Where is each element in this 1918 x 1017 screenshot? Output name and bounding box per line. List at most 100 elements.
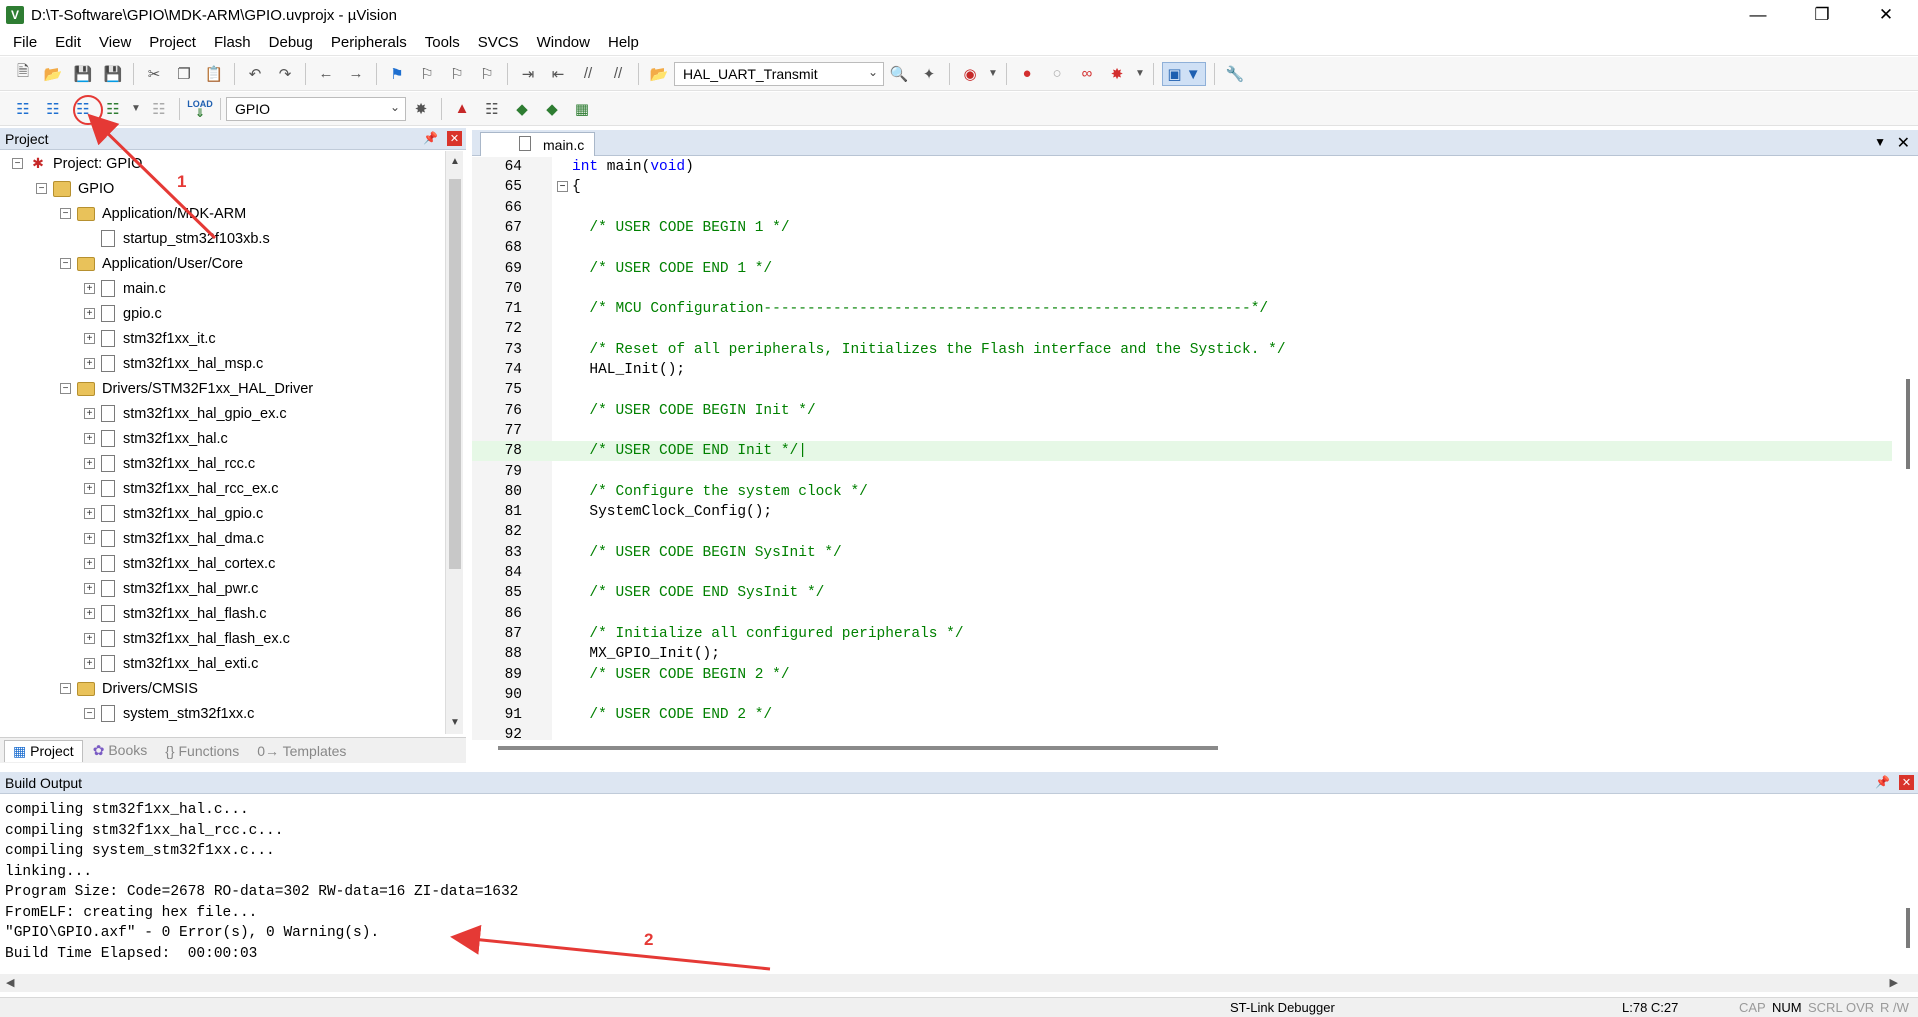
code-line[interactable]: 87 /* Initialize all configured peripher…: [472, 624, 1892, 644]
options-for-target-icon[interactable]: ✸: [409, 97, 433, 121]
expand-icon[interactable]: +: [84, 583, 95, 594]
tab-templates[interactable]: 0→ Templates: [249, 741, 354, 761]
scrollbar-thumb[interactable]: [449, 179, 461, 569]
scroll-up-icon[interactable]: ▲: [446, 153, 464, 171]
expand-icon[interactable]: +: [84, 533, 95, 544]
find-in-files-icon[interactable]: 📂: [647, 62, 671, 86]
disable-breakpoint-icon[interactable]: ○: [1045, 62, 1069, 86]
tree-item[interactable]: + gpio.c: [84, 301, 162, 326]
find-combo[interactable]: HAL_UART_Transmit ⌄: [674, 61, 884, 86]
kill-breakpoints-icon[interactable]: ✸: [1105, 62, 1129, 86]
collapse-icon[interactable]: −: [60, 258, 71, 269]
incremental-find-icon[interactable]: ✦: [917, 62, 941, 86]
download-icon[interactable]: LOAD ⇓: [187, 97, 213, 121]
collapse-icon[interactable]: −: [84, 708, 95, 719]
menu-help[interactable]: Help: [599, 34, 648, 51]
tree-item[interactable]: + stm32f1xx_hal_exti.c: [84, 651, 258, 676]
scroll-left-icon[interactable]: ◀: [6, 976, 14, 989]
code-line[interactable]: 81 SystemClock_Config();: [472, 502, 1892, 522]
expand-icon[interactable]: +: [84, 458, 95, 469]
close-tab-icon[interactable]: ✕: [1897, 133, 1910, 153]
comment-icon[interactable]: //: [576, 62, 600, 86]
code-line[interactable]: 73 /* Reset of all peripherals, Initiali…: [472, 340, 1892, 360]
scroll-right-icon[interactable]: ▶: [1890, 976, 1898, 989]
chevron-down-icon[interactable]: ⌄: [390, 100, 400, 114]
new-file-icon[interactable]: 🗎: [11, 62, 35, 86]
code-line[interactable]: 69 /* USER CODE END 1 */: [472, 259, 1892, 279]
code-line[interactable]: 91 /* USER CODE END 2 */: [472, 705, 1892, 725]
breakpoint-icon[interactable]: ●: [1015, 62, 1039, 86]
manage-rte-icon[interactable]: ◆: [540, 97, 564, 121]
code-editor[interactable]: 64 int main(void) 65 −{66 67 /* USER CODE BE…: [472, 157, 1918, 740]
code-line[interactable]: 77: [472, 421, 1892, 441]
code-line[interactable]: 75: [472, 380, 1892, 400]
editor-scrollbar[interactable]: [1898, 157, 1918, 740]
tree-item[interactable]: + stm32f1xx_hal_gpio.c: [84, 501, 263, 526]
batch-build-icon[interactable]: ☷: [101, 97, 125, 121]
tree-item[interactable]: − Drivers/STM32F1xx_HAL_Driver: [60, 376, 313, 401]
redo-icon[interactable]: ↷: [273, 62, 297, 86]
paste-icon[interactable]: 📋: [202, 62, 226, 86]
window-layout-icon[interactable]: ▣ ▼: [1162, 61, 1206, 86]
undo-icon[interactable]: ↶: [243, 62, 267, 86]
uncomment-icon[interactable]: //: [606, 62, 630, 86]
select-packs-icon[interactable]: ☷: [480, 97, 504, 121]
close-panel-icon[interactable]: ✕: [1899, 775, 1914, 790]
open-file-icon[interactable]: 📂: [41, 62, 65, 86]
menu-view[interactable]: View: [90, 34, 140, 51]
code-line[interactable]: 65 −{: [472, 177, 1892, 197]
code-line[interactable]: 80 /* Configure the system clock */: [472, 482, 1892, 502]
stop-build-icon[interactable]: ☷: [147, 97, 171, 121]
tree-item[interactable]: − Application/User/Core: [60, 251, 243, 276]
tab-project[interactable]: ▦ Project: [4, 739, 83, 762]
bookmark-icon[interactable]: ⚑: [385, 62, 409, 86]
expand-icon[interactable]: +: [84, 283, 95, 294]
code-line[interactable]: 72: [472, 319, 1892, 339]
code-line[interactable]: 70: [472, 279, 1892, 299]
restore-icon[interactable]: ❐: [1790, 0, 1854, 30]
code-line[interactable]: 82: [472, 522, 1892, 542]
pack-components-icon[interactable]: ▦: [570, 97, 594, 121]
tab-main-c[interactable]: main.c: [480, 132, 595, 156]
minimize-icon[interactable]: —: [1726, 0, 1790, 30]
batch-build-dropdown-icon[interactable]: ▼: [131, 97, 141, 121]
collapse-icon[interactable]: −: [12, 158, 23, 169]
breakpoint-dropdown-icon[interactable]: ▼: [1135, 62, 1145, 86]
scrollbar-thumb[interactable]: [1906, 379, 1910, 469]
tree-item[interactable]: − Drivers/CMSIS: [60, 676, 198, 701]
scrollbar-thumb[interactable]: [1906, 908, 1910, 948]
build-output-text[interactable]: compiling stm32f1xx_hal.c... compiling st…: [0, 796, 1918, 974]
unindent-icon[interactable]: ⇤: [546, 62, 570, 86]
code-line[interactable]: 76 /* USER CODE BEGIN Init */: [472, 401, 1892, 421]
tree-item[interactable]: − ✱ Project: GPIO: [12, 151, 142, 176]
menu-flash[interactable]: Flash: [205, 34, 260, 51]
expand-icon[interactable]: +: [84, 558, 95, 569]
fold-toggle-icon[interactable]: −: [557, 181, 568, 193]
code-line[interactable]: 90: [472, 685, 1892, 705]
debug-session-icon[interactable]: ◉: [958, 62, 982, 86]
find-icon[interactable]: 🔍: [887, 62, 911, 86]
navigate-forward-icon[interactable]: →: [344, 62, 368, 86]
code-line[interactable]: 89 /* USER CODE BEGIN 2 */: [472, 665, 1892, 685]
code-line[interactable]: 68: [472, 238, 1892, 258]
pin-icon[interactable]: 📌: [423, 131, 438, 145]
tree-item[interactable]: + stm32f1xx_hal_dma.c: [84, 526, 264, 551]
expand-icon[interactable]: +: [84, 483, 95, 494]
menu-debug[interactable]: Debug: [260, 34, 322, 51]
build-output-horizontal-scrollbar[interactable]: ◀ ▶: [0, 974, 1918, 992]
expand-icon[interactable]: +: [84, 408, 95, 419]
expand-icon[interactable]: +: [84, 308, 95, 319]
close-icon[interactable]: ✕: [1854, 0, 1918, 30]
expand-icon[interactable]: +: [84, 633, 95, 644]
menu-peripherals[interactable]: Peripherals: [322, 34, 416, 51]
tree-item[interactable]: − system_stm32f1xx.c: [84, 701, 254, 726]
tree-item[interactable]: + main.c: [84, 276, 166, 301]
clear-bookmarks-icon[interactable]: ⚐: [475, 62, 499, 86]
collapse-icon[interactable]: −: [60, 208, 71, 219]
expand-icon[interactable]: +: [84, 433, 95, 444]
expand-icon[interactable]: +: [84, 608, 95, 619]
code-line[interactable]: 79: [472, 462, 1892, 482]
build-output-scrollbar[interactable]: [1898, 796, 1918, 974]
code-line[interactable]: 84: [472, 563, 1892, 583]
code-line[interactable]: 64 int main(void): [472, 157, 1892, 177]
